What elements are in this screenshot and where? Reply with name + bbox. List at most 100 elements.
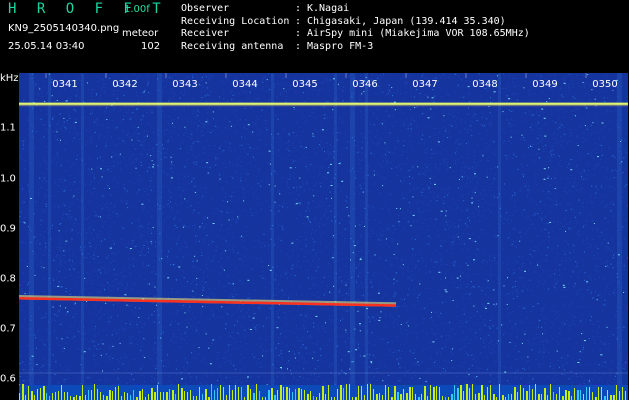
noise-speck <box>414 107 416 109</box>
noise-speck <box>269 308 271 310</box>
noise-speck <box>93 177 95 179</box>
noise-speck <box>319 171 321 173</box>
noise-speck <box>454 73 456 74</box>
noise-speck <box>561 373 563 375</box>
noise-speck <box>521 322 523 324</box>
noise-speck <box>469 219 470 221</box>
noise-speck <box>201 359 203 361</box>
noise-speck <box>175 205 177 207</box>
noise-speck <box>589 84 591 86</box>
noise-speck <box>361 93 363 95</box>
noise-speck <box>133 73 135 75</box>
noise-speck <box>596 121 598 123</box>
noise-speck <box>222 211 224 213</box>
noise-speck <box>135 91 137 93</box>
noise-speck <box>116 213 118 215</box>
noise-speck <box>392 225 394 227</box>
noise-speck <box>68 113 70 115</box>
noise-speck <box>126 200 128 202</box>
noise-speck <box>300 340 302 341</box>
noise-speck <box>78 331 80 333</box>
noise-speck <box>447 94 449 96</box>
noise-speck <box>363 91 365 93</box>
noise-speck <box>290 175 292 177</box>
noise-speck <box>614 169 616 171</box>
noise-speck <box>209 363 212 365</box>
noise-speck <box>379 290 381 292</box>
noise-speck <box>510 143 512 145</box>
noise-speck <box>465 224 467 226</box>
noise-speck <box>459 87 461 89</box>
noise-speck <box>504 183 505 185</box>
noise-speck <box>207 296 209 298</box>
noise-speck <box>504 218 506 220</box>
noise-speck <box>457 111 459 113</box>
noise-speck <box>402 119 404 121</box>
noise-speck <box>384 363 386 365</box>
noise-speck <box>261 261 263 263</box>
noise-speck <box>449 321 451 323</box>
noise-speck <box>513 124 515 126</box>
noise-speck <box>138 218 140 220</box>
noise-speck <box>460 338 462 340</box>
noise-speck <box>177 291 179 293</box>
noise-speck <box>100 308 102 310</box>
noise-speck <box>57 122 59 124</box>
noise-speck <box>384 294 386 296</box>
noise-speck <box>180 345 182 347</box>
noise-speck <box>314 258 315 260</box>
noise-speck <box>198 278 200 279</box>
noise-speck <box>479 328 481 330</box>
noise-speck <box>68 131 70 133</box>
noise-speck <box>173 342 175 344</box>
noise-speck <box>382 73 384 75</box>
noise-speck <box>453 170 454 172</box>
noise-speck <box>279 137 281 139</box>
noise-speck <box>477 248 479 250</box>
noise-speck <box>228 283 230 284</box>
noise-speck <box>582 313 584 315</box>
noise-speck <box>355 364 356 366</box>
noise-speck <box>100 271 102 273</box>
noise-speck <box>332 253 334 255</box>
noise-speck <box>64 243 66 245</box>
noise-speck <box>490 97 491 99</box>
noise-speck <box>297 202 299 204</box>
noise-speck <box>121 199 123 201</box>
noise-speck <box>243 198 245 200</box>
noise-speck <box>218 281 220 283</box>
noise-speck <box>418 187 420 189</box>
noise-speck <box>438 151 439 153</box>
noise-speck <box>451 241 453 243</box>
noise-speck <box>244 329 246 331</box>
noise-speck <box>24 217 26 219</box>
noise-speck <box>203 358 204 359</box>
noise-speck <box>475 307 477 309</box>
noise-speck <box>295 135 297 136</box>
spectrogram-window: H R O F F T 1.00f KN9_2505140340.png 25.… <box>0 0 629 400</box>
noise-speck <box>545 259 547 261</box>
noise-speck <box>207 77 209 79</box>
noise-speck <box>403 197 405 199</box>
noise-speck <box>93 174 95 176</box>
noise-speck <box>411 248 413 250</box>
noise-speck <box>605 204 607 206</box>
noise-speck <box>59 248 61 250</box>
noise-speck <box>627 100 628 102</box>
noise-speck <box>148 200 150 202</box>
noise-speck <box>203 123 205 125</box>
noise-speck <box>529 322 531 324</box>
noise-speck <box>385 259 387 261</box>
noise-speck <box>503 88 505 89</box>
noise-speck <box>331 363 333 364</box>
noise-speck <box>578 234 580 236</box>
noise-speck <box>571 119 573 121</box>
noise-speck <box>105 378 107 380</box>
noise-speck <box>154 245 156 247</box>
noise-speck <box>113 286 115 287</box>
noise-speck <box>196 287 197 289</box>
noise-speck <box>174 320 176 322</box>
noise-speck <box>330 181 332 183</box>
noise-speck <box>111 334 113 336</box>
noise-speck <box>595 278 597 280</box>
